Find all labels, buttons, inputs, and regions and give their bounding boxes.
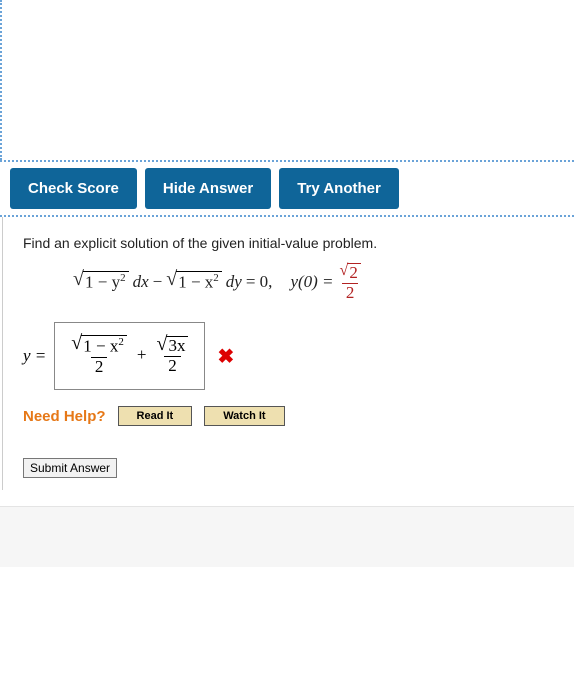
incorrect-icon: ✖ <box>217 344 234 369</box>
watch-it-button[interactable]: Watch It <box>204 406 284 426</box>
term1-arg: 1 − x <box>83 337 118 356</box>
answer-input-box[interactable]: √ 1 − x2 2 + √ 3x <box>54 322 205 390</box>
try-another-button[interactable]: Try Another <box>279 168 399 209</box>
need-help-row: Need Help? Read It Watch It <box>23 406 554 426</box>
equation-display: √ 1 − y2 dx − √ 1 − x2 dy = 0, y(0) = √ … <box>73 261 554 302</box>
ic-label: y(0) = <box>290 272 333 292</box>
student-answer-row: y = √ 1 − x2 2 + √ <box>23 322 554 390</box>
sqrt2-exp: 2 <box>213 272 219 284</box>
sqrt1-arg: 1 − y <box>85 273 120 292</box>
check-score-button[interactable]: Check Score <box>10 168 137 209</box>
answer-term1: √ 1 − x2 2 <box>69 334 129 376</box>
y-equals-label: y = <box>23 346 46 366</box>
sqrt2-arg: 1 − x <box>178 273 213 292</box>
plus-op: + <box>137 345 147 365</box>
submit-answer-button[interactable]: Submit Answer <box>23 458 117 478</box>
term2-arg: 3x <box>168 336 185 355</box>
action-toolbar: Check Score Hide Answer Try Another <box>0 160 574 217</box>
eq-zero: = 0, <box>246 272 273 292</box>
sqrt1-exp: 2 <box>120 272 126 284</box>
spacer <box>0 567 574 607</box>
footer-band <box>0 506 574 567</box>
need-help-label: Need Help? <box>23 408 106 425</box>
minus-text: − <box>153 272 163 292</box>
question-prompt: Find an explicit solution of the given i… <box>23 235 554 251</box>
hide-answer-button[interactable]: Hide Answer <box>145 168 271 209</box>
term1-exp: 2 <box>118 336 124 348</box>
ic-den: 2 <box>342 283 359 303</box>
ic-num: 2 <box>347 263 361 283</box>
term1-den: 2 <box>91 357 108 377</box>
read-it-button[interactable]: Read It <box>118 406 193 426</box>
term2-den: 2 <box>164 356 181 376</box>
dx-text: dx <box>133 272 149 292</box>
answer-term2: √ 3x 2 <box>154 335 190 375</box>
dy-text: dy <box>226 272 242 292</box>
question-panel: Find an explicit solution of the given i… <box>2 217 574 490</box>
submit-row: Submit Answer <box>23 448 554 478</box>
initial-condition-value: √ 2 2 <box>338 261 363 302</box>
blank-work-area <box>0 0 574 160</box>
